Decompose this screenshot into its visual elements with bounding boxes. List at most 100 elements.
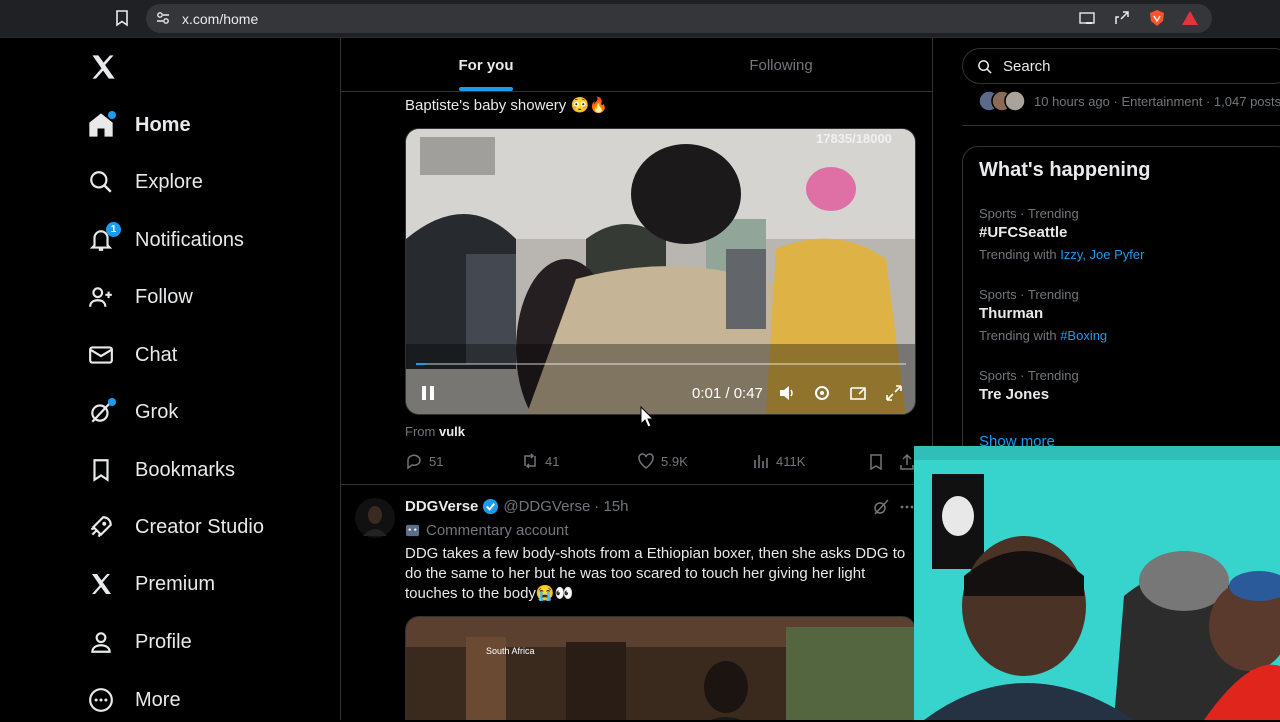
nav-item-follow[interactable]: Follow [86,275,193,319]
picture-in-picture-icon[interactable] [849,384,867,402]
active-tab-indicator [459,87,513,91]
nav-item-premium[interactable]: Premium [86,562,215,606]
nav-item-creator-studio[interactable]: Creator Studio [86,505,264,549]
webcam-video-frame [914,446,1280,720]
cast-icon[interactable] [1078,9,1096,27]
volume-icon[interactable] [778,384,796,402]
whats-happening-card: What's happening Sports · Trending #UFCS… [962,146,1280,466]
tweet-time[interactable]: · 15h [594,498,628,515]
like-button[interactable]: 5.9K [637,452,688,470]
views-button[interactable]: 411K [752,452,805,470]
reply-button[interactable]: 51 [405,452,443,470]
tab-for-you[interactable]: For you [341,38,631,92]
site-settings-icon[interactable] [154,9,172,27]
follow-icon [86,282,116,312]
trend-with: Trending with #Boxing [979,328,1107,343]
tweet-2-media[interactable]: South Africa [405,616,916,720]
nav-label-premium: Premium [135,572,216,595]
tweet-bookmark-icon[interactable] [868,453,884,471]
nav-item-more[interactable]: More [86,678,181,722]
bell-icon: 1 [86,222,121,255]
person-icon [86,627,116,657]
nav-label-bookmarks: Bookmarks [135,458,236,481]
grok-icon [86,397,116,427]
nav-label-notifications: Notifications [135,228,244,251]
x-premium-icon [86,569,116,599]
nav-item-chat[interactable]: Chat [86,333,177,377]
whats-happening-title: What's happening [979,159,1151,181]
video-progress-bar[interactable] [416,363,426,365]
trend-with-label: Trending with [979,247,1057,262]
verified-badge-icon [483,498,499,515]
nav-item-bookmarks[interactable]: Bookmarks [86,448,235,492]
repost-icon [524,453,536,469]
video-counter-overlay: 17835/18000 [816,131,892,146]
grok-analyze-icon[interactable] [872,498,890,516]
avatar-stack [978,90,1026,112]
trend-top-row[interactable]: 10 hours ago · Entertainment · 1,047 pos… [978,90,1280,112]
nav-item-explore[interactable]: Explore [86,160,203,204]
like-count: 5.9K [661,453,688,469]
author-name[interactable]: DDGVerse [405,498,478,515]
trend-with-links[interactable]: Izzy, Joe Pyfer [1060,247,1144,262]
trend-item[interactable]: Sports · Trending #UFCSeattle Trending w… [963,203,1280,273]
timeline: For you Following Baptiste's baby shower… [340,38,933,720]
trend-top-meta: 10 hours ago · Entertainment · 1,047 pos… [1034,93,1280,109]
commentary-account-icon [405,524,420,537]
reply-icon [407,454,421,470]
trend-name: Tre Jones [979,386,1050,403]
nav-label-chat: Chat [135,343,178,366]
brave-rewards-icon[interactable] [1181,9,1199,27]
trend-meta: Sports · Trending [979,206,1079,221]
video-player[interactable]: 17835/18000 0:01 / 0:47 [405,128,916,415]
video-source: From vulk [405,424,465,439]
nav-item-profile[interactable]: Profile [86,620,192,664]
brave-shield-icon[interactable] [1148,9,1166,27]
rocket-icon [86,512,116,542]
more-circle-icon [86,685,116,715]
author-handle[interactable]: @DDGVerse [503,498,590,515]
views-count: 411K [776,453,806,469]
browser-toolbar: x.com/home [0,0,1280,38]
search-field-icon [978,60,992,74]
x-logo-icon[interactable] [89,53,117,81]
tweet-2-media-caption: South Africa [486,646,535,656]
mail-icon [86,340,116,370]
fullscreen-icon[interactable] [885,384,903,402]
home-new-dot [108,111,116,119]
reply-count: 51 [429,453,444,469]
repost-button[interactable]: 41 [521,452,559,470]
video-time: 0:01 / 0:47 [692,385,763,402]
share-icon[interactable] [1113,9,1131,27]
address-bar[interactable]: x.com/home [146,4,1212,33]
tweet-1-text: Baptiste's baby showery 😳🔥 [405,97,608,114]
trend-with-links[interactable]: #Boxing [1060,328,1107,343]
nav-item-home[interactable]: Home [86,103,191,147]
trend-with-label: Trending with [979,328,1057,343]
avatar[interactable] [355,498,395,538]
settings-gear-icon[interactable] [813,384,831,402]
pause-icon[interactable] [420,385,436,401]
trend-name: #UFCSeattle [979,224,1068,241]
bookmark-page-icon[interactable] [113,9,131,27]
trend-meta: Sports · Trending [979,368,1079,383]
trend-with: Trending with Izzy, Joe Pyfer [979,247,1144,262]
trend-item[interactable]: Sports · Trending Thurman Trending with … [963,284,1280,354]
nav-item-grok[interactable]: Grok [86,390,178,434]
tweet-2-header: DDGVerse @DDGVerse · 15h [405,498,629,515]
nav-label-creator-studio: Creator Studio [135,515,264,538]
from-user-link[interactable]: vulk [439,424,465,439]
side-navigation: Home Explore 1 Notifications Follow Chat… [0,38,340,720]
webcam-overlay [914,446,1280,720]
from-label: From [405,424,436,439]
trend-item[interactable]: Sports · Trending Tre Jones [963,365,1280,415]
views-chart-icon [754,455,768,468]
video-frame: 17835/18000 [406,129,915,414]
tweet-2-text: DDG takes a few body-shots from a Ethiop… [405,545,906,602]
tab-following[interactable]: Following [631,38,931,92]
url-text[interactable]: x.com/home [182,11,258,27]
search-input[interactable]: Search [962,48,1280,84]
trend-name: Thurman [979,305,1044,322]
right-divider [962,125,1280,126]
nav-item-notifications[interactable]: 1 Notifications [86,218,244,262]
